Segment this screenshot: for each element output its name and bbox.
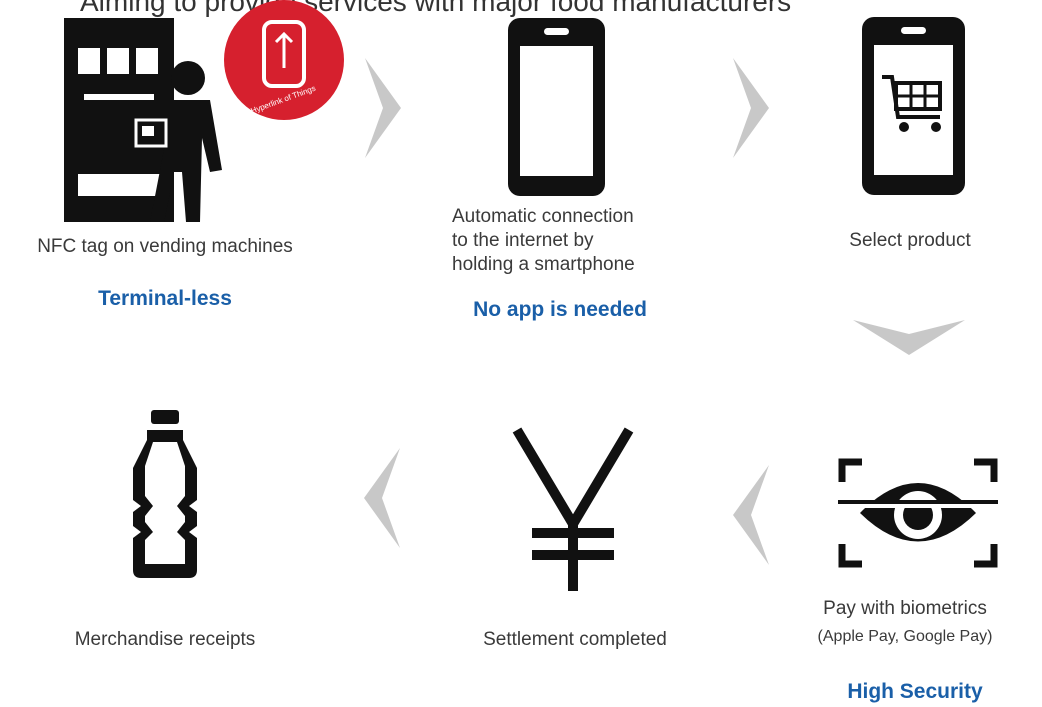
arrow-down-icon: [853, 320, 965, 355]
step2-label: Automatic connection to the internet by …: [452, 205, 712, 277]
step4-label: Pay with biometrics: [823, 598, 987, 619]
arrow-left-icon: [364, 448, 400, 548]
smartphone-icon: [508, 18, 605, 196]
step2-line2: to the internet by: [452, 230, 594, 251]
yen-icon: [512, 427, 634, 591]
step3-label: Select product: [849, 230, 971, 251]
step2-highlight: No app is needed: [473, 298, 647, 321]
step2-line1: Automatic connection: [452, 206, 634, 227]
step5-label: Settlement completed: [483, 629, 667, 650]
step1-highlight: Terminal-less: [98, 287, 232, 310]
eye-scan-icon: [838, 458, 998, 568]
step6-label: Merchandise receipts: [74, 629, 256, 650]
arrow-right-icon: [365, 58, 401, 158]
arrow-left-icon: [733, 465, 769, 565]
arrow-right-icon: [733, 58, 769, 158]
step2-line3: holding a smartphone: [452, 254, 635, 275]
cart-phone-icon: [862, 17, 965, 195]
step4-sublabel: (Apple Pay, Google Pay): [817, 628, 993, 645]
bottle-icon: [133, 410, 197, 578]
step1-label: NFC tag on vending machines: [37, 236, 293, 257]
step4-highlight: High Security: [847, 680, 983, 703]
nfc-badge-icon: Hyperlink of Things: [224, 0, 344, 120]
